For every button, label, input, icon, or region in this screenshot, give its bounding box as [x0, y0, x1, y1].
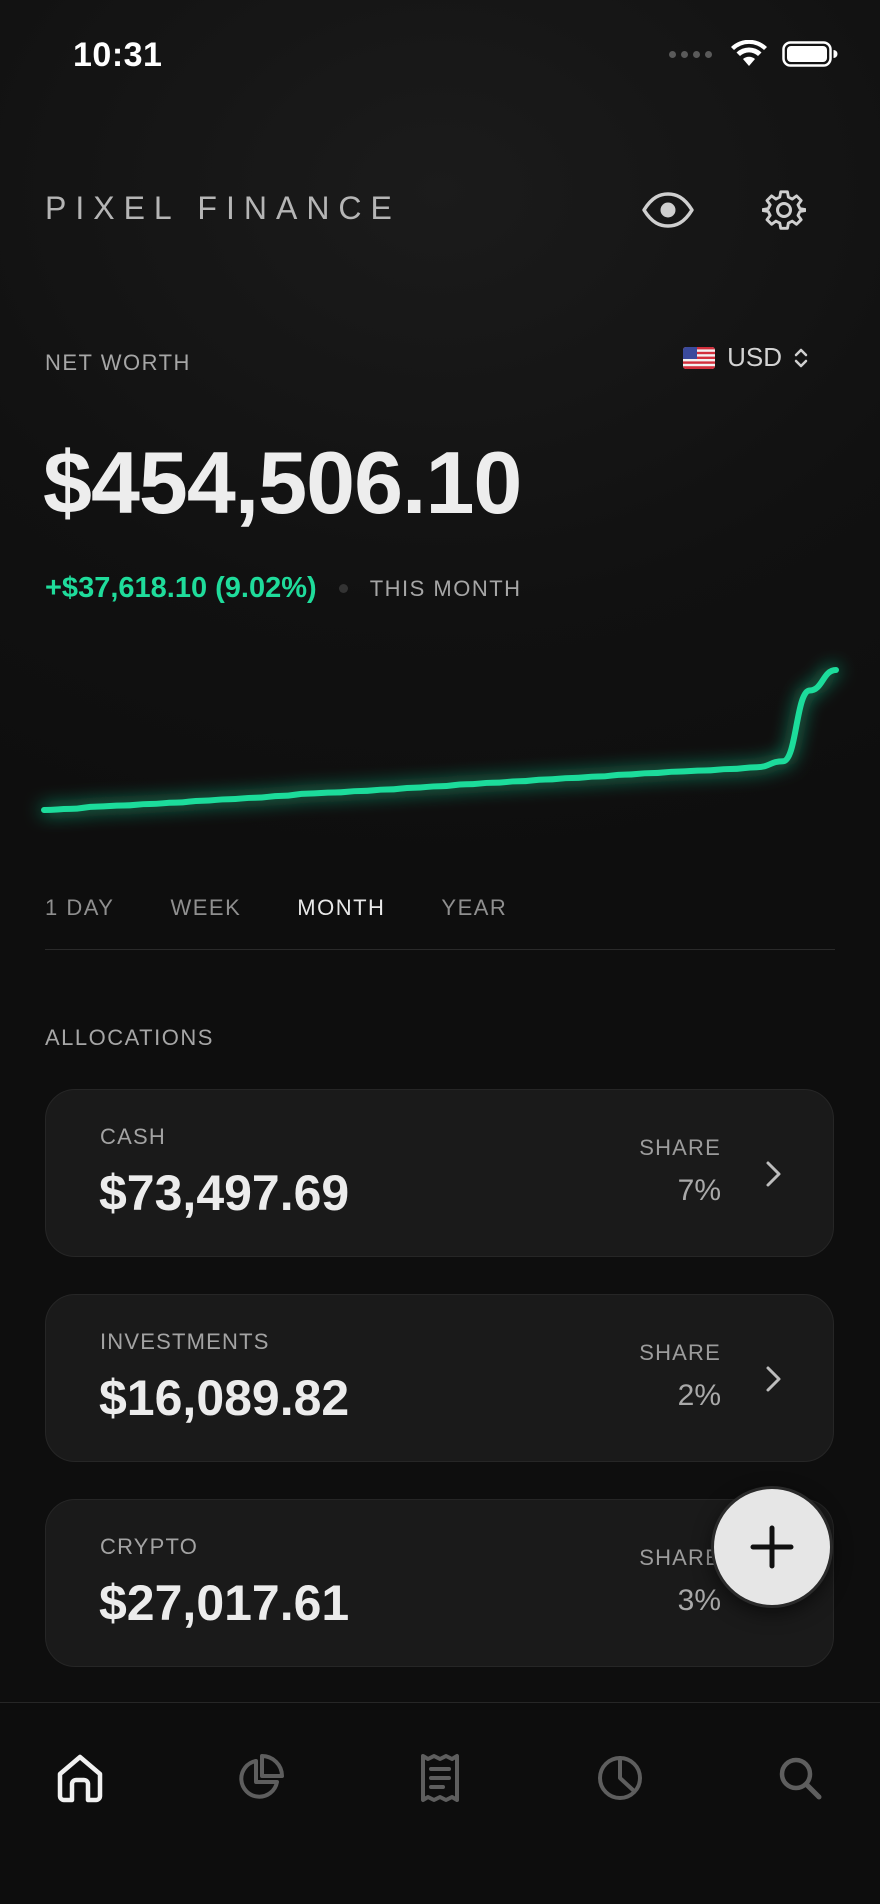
allocation-value: $27,017.61	[99, 1575, 350, 1631]
toggle-visibility-button[interactable]	[638, 180, 698, 240]
allocation-card-cash[interactable]: CASH $73,497.69 SHARE 7%	[45, 1089, 834, 1257]
bottom-navigation	[0, 1702, 880, 1904]
status-bar: 10:31	[0, 0, 880, 110]
tab-year[interactable]: YEAR	[441, 895, 507, 921]
share-label: SHARE	[639, 1135, 721, 1160]
app-screen: 10:31 PIXEL FINANCE NET WORTH USD $454,5…	[0, 0, 880, 1904]
net-worth-chart[interactable]	[0, 640, 880, 860]
battery-icon	[782, 41, 838, 67]
allocation-label: CASH	[100, 1124, 166, 1149]
nav-search[interactable]	[765, 1743, 835, 1813]
home-icon	[57, 1754, 103, 1803]
tabs-divider	[45, 949, 835, 950]
eye-icon	[642, 192, 694, 228]
net-worth-series-line	[41, 667, 839, 813]
tab-month[interactable]: MONTH	[297, 895, 385, 921]
share-value: 7%	[677, 1174, 721, 1207]
chevron-up-down-icon	[794, 348, 808, 367]
share-value: 3%	[677, 1584, 721, 1617]
wifi-icon	[731, 40, 767, 66]
nav-allocations[interactable]	[225, 1743, 295, 1813]
allocation-card-investments[interactable]: INVESTMENTS $16,089.82 SHARE 2%	[45, 1294, 834, 1462]
net-worth-value: $454,506.10	[43, 433, 522, 532]
period-tabs: 1 DAY WEEK MONTH YEAR	[45, 895, 507, 921]
allocation-label: INVESTMENTS	[100, 1329, 270, 1354]
app-title: PIXEL FINANCE	[45, 190, 401, 226]
nav-home[interactable]	[45, 1743, 115, 1813]
chevron-right-icon	[766, 1161, 781, 1187]
search-icon	[779, 1757, 822, 1800]
receipt-icon	[421, 1754, 459, 1802]
status-time: 10:31	[73, 36, 163, 74]
allocation-value: $73,497.69	[99, 1165, 350, 1221]
separator-dot	[338, 584, 348, 593]
allocation-value: $16,089.82	[99, 1370, 350, 1426]
nav-analytics[interactable]	[585, 1743, 655, 1813]
net-worth-change: +$37,618.10 (9.02%)	[45, 572, 317, 604]
share-label: SHARE	[639, 1545, 721, 1570]
us-flag-icon	[683, 346, 716, 369]
share-value: 2%	[677, 1379, 721, 1412]
tab-1-day[interactable]: 1 DAY	[45, 895, 114, 921]
allocations-title: ALLOCATIONS	[45, 1025, 214, 1050]
change-period-label: THIS MONTH	[369, 575, 522, 601]
plus-icon	[750, 1525, 794, 1569]
net-worth-label: NET WORTH	[45, 350, 191, 375]
allocation-label: CRYPTO	[100, 1534, 199, 1559]
status-icons	[669, 40, 838, 68]
chevron-right-icon	[766, 1366, 781, 1392]
clock-chart-icon	[598, 1756, 642, 1800]
currency-selector[interactable]: USD	[683, 342, 808, 373]
change-row: +$37,618.10 (9.02%) THIS MONTH	[45, 572, 522, 605]
settings-button[interactable]	[754, 180, 814, 240]
gear-icon	[762, 190, 806, 230]
nav-transactions[interactable]	[405, 1743, 475, 1813]
tab-week[interactable]: WEEK	[170, 895, 241, 921]
share-label: SHARE	[639, 1340, 721, 1365]
add-button[interactable]	[711, 1486, 833, 1608]
cellular-signal-icon	[669, 50, 712, 58]
pie-chart-icon	[239, 1754, 284, 1799]
currency-code: USD	[727, 342, 782, 372]
